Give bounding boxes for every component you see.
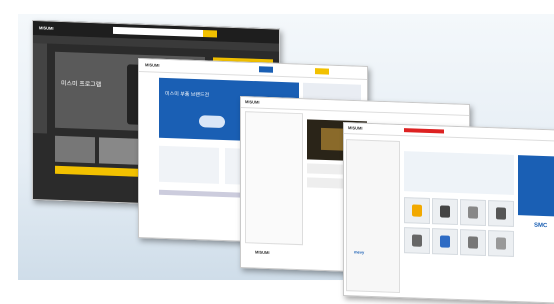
category-menu[interactable]	[346, 139, 400, 293]
notice-bar	[404, 128, 444, 134]
product-card[interactable]	[159, 145, 219, 184]
brand-logo-mevy: mevy	[354, 249, 365, 255]
side-banner	[518, 155, 554, 217]
product-tile[interactable]	[460, 229, 486, 256]
nav-button[interactable]	[259, 66, 273, 73]
header-bar: MISUMI	[139, 59, 367, 80]
search-button[interactable]	[203, 29, 217, 38]
brand-logo-smc: SMC	[534, 222, 548, 230]
product-card[interactable]	[55, 135, 95, 164]
product-tile[interactable]	[404, 227, 430, 255]
product-image	[199, 115, 225, 129]
product-tile[interactable]	[488, 200, 514, 227]
footer-brand: MISUMI	[255, 249, 270, 256]
promo-banner	[404, 151, 514, 195]
side-rail	[33, 43, 47, 134]
hero-headline: 미스미 프로그램	[61, 81, 102, 89]
product-tile[interactable]	[432, 228, 458, 256]
logo: MISUMI	[39, 25, 54, 31]
product-tile[interactable]	[404, 197, 430, 225]
logo: MISUMI	[145, 62, 160, 68]
product-tile[interactable]	[460, 199, 486, 226]
category-menu[interactable]	[245, 111, 303, 246]
logo: MISUMI	[245, 99, 260, 105]
nav-button[interactable]	[315, 68, 329, 75]
backdrop: MISUMI 미스미 프로그램 MISUMI 미스미 부품 브랜드전 MISUM…	[18, 14, 554, 304]
logo: MISUMI	[348, 125, 363, 131]
search-input[interactable]	[113, 26, 203, 37]
product-card[interactable]	[99, 137, 139, 165]
product-tile[interactable]	[488, 230, 514, 257]
hero-headline: 미스미 부품 브랜드전	[165, 90, 210, 99]
screenshot-4: MISUMI mevy SMC	[343, 122, 554, 304]
product-tile[interactable]	[432, 198, 458, 226]
